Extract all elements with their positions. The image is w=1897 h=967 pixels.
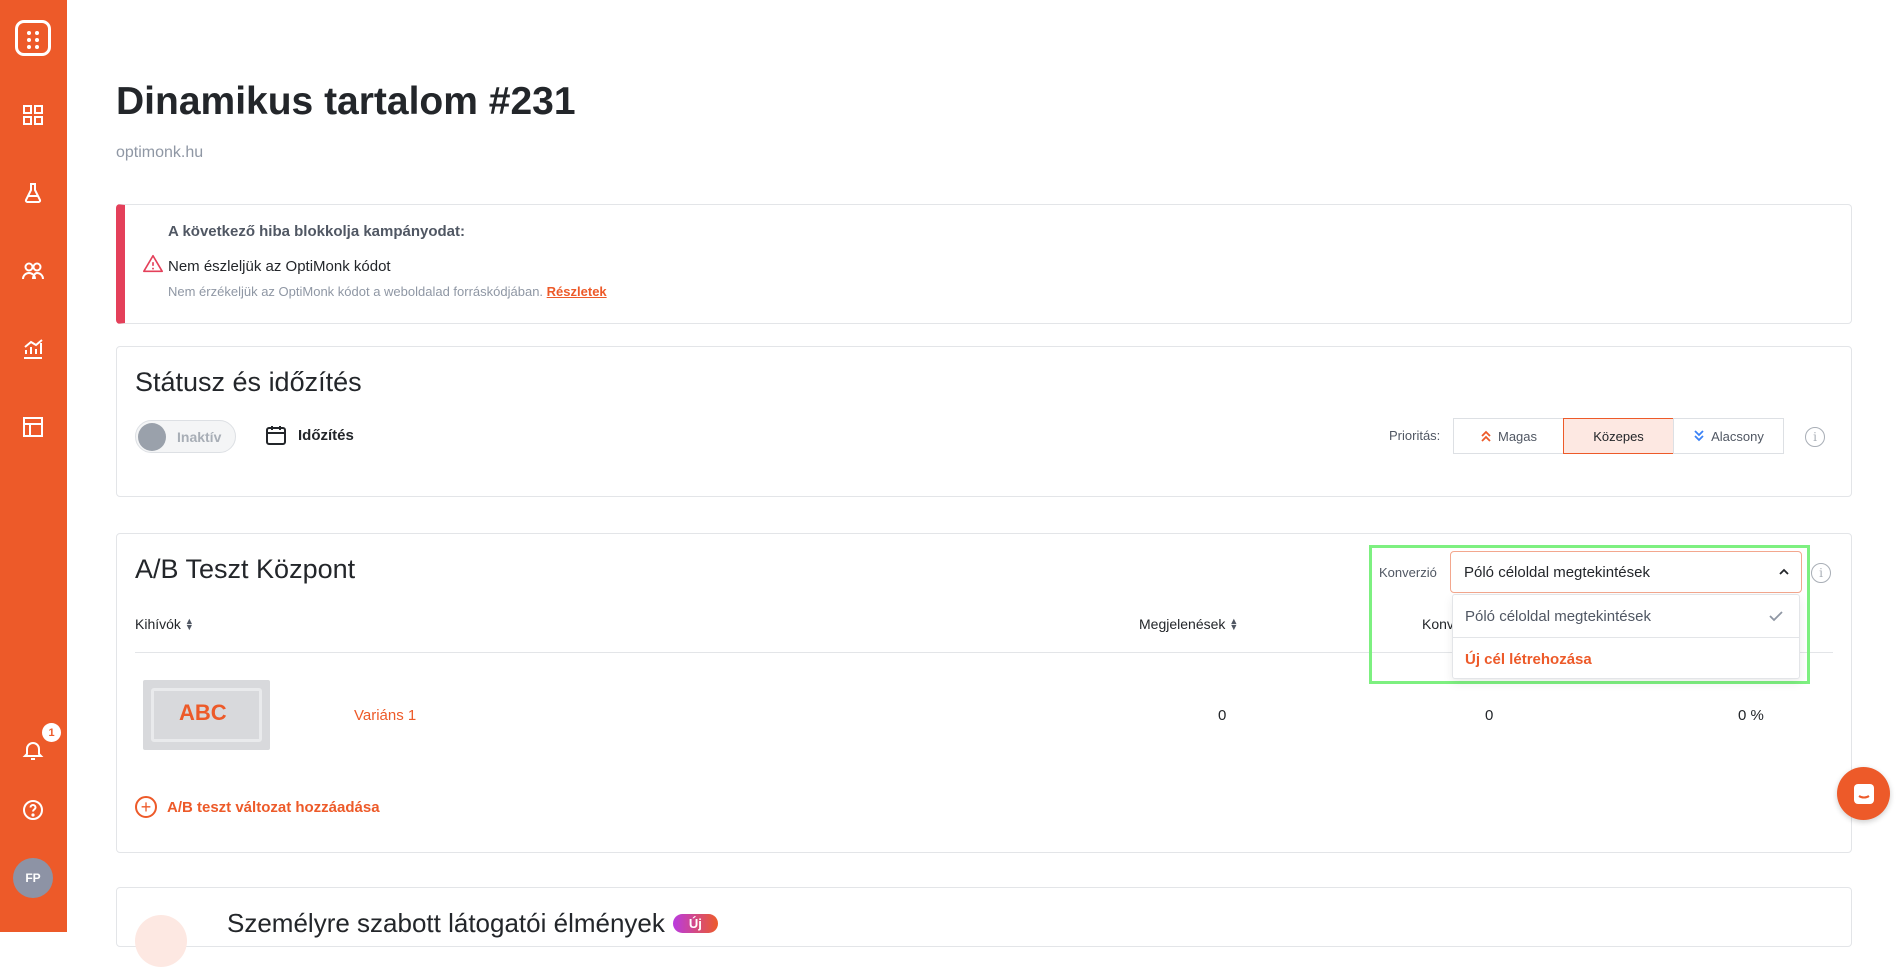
warning-triangle-icon [143,254,163,273]
chevron-up-icon [1779,568,1789,575]
priority-low-button[interactable]: Alacsony [1673,418,1784,454]
app-logo-icon[interactable] [15,20,51,56]
schedule-label: Időzítés [298,426,354,444]
page-title: Dinamikus tartalom #231 [116,80,576,123]
thumbnail-text: ABC [179,700,227,725]
toggle-knob [138,423,166,451]
notification-badge: 1 [42,723,61,742]
sidebar: 1 FP [0,0,67,932]
users-icon[interactable] [20,258,46,284]
sort-icon: ▲ ▼ [1229,616,1239,632]
toggle-label: Inaktív [177,429,222,445]
priority-medium-button[interactable]: Közepes [1563,418,1674,454]
status-card: Státusz és időzítés Inaktív Időzítés Pri… [116,346,1852,497]
analytics-chart-icon[interactable] [20,336,46,362]
variant-impressions: 0 [1218,707,1227,724]
col-header-challengers[interactable]: Kihívók ▲ ▼ [135,616,194,632]
chat-icon [1853,783,1874,804]
error-message: Nem észleljük az OptiMonk kódot [168,258,391,275]
error-banner: A következő hiba blokkolja kampányodat: … [116,204,1852,324]
variant-thumbnail[interactable]: ABC [143,680,270,750]
conversion-selected-value: Póló céloldal megtekintések [1464,564,1650,581]
priority-info-icon[interactable]: i [1805,427,1825,447]
priority-high-button[interactable]: Magas [1453,418,1564,454]
ab-test-title: A/B Teszt Központ [135,554,356,584]
checkmark-icon [1769,611,1783,622]
notification-bell-icon[interactable] [20,737,46,763]
conversion-dropdown-menu: Póló céloldal megtekintések Új cél létre… [1452,594,1800,679]
experience-illustration [135,915,187,967]
dropdown-option-selected[interactable]: Póló céloldal megtekintések [1453,595,1799,637]
templates-layout-icon[interactable] [20,414,46,440]
double-chevron-down-icon [1694,430,1704,442]
conversion-select[interactable]: Póló céloldal megtekintések [1450,551,1802,593]
help-icon[interactable] [20,797,46,823]
experiences-title: Személyre szabott látogatói élmények Új [227,908,718,939]
col-header-impressions[interactable]: Megjelenések ▲ ▼ [1139,616,1239,632]
error-details-link[interactable]: Részletek [547,284,607,299]
double-chevron-up-icon [1481,430,1491,442]
chat-button[interactable] [1837,767,1890,820]
page-domain: optimonk.hu [116,144,204,161]
variant-conversion-rate: 0 % [1738,707,1764,724]
conversion-label: Konverzió [1379,565,1437,580]
status-title: Státusz és időzítés [135,367,362,397]
variant-name-link[interactable]: Variáns 1 [354,707,416,724]
dropdown-option-create-goal[interactable]: Új cél létrehozása [1453,638,1799,680]
sort-icon: ▲ ▼ [184,616,194,632]
calendar-icon [266,426,286,445]
error-title: A következő hiba blokkolja kampányodat: [168,223,466,240]
schedule-button[interactable]: Időzítés [264,423,354,447]
variant-conversions: 0 [1485,707,1494,724]
new-badge: Új [672,914,718,933]
active-toggle[interactable]: Inaktív [135,420,236,453]
dashboard-icon[interactable] [20,102,46,128]
plus-circle-icon: + [135,796,157,818]
priority-label: Prioritás: [1389,428,1441,443]
experiments-flask-icon[interactable] [20,180,46,206]
experiences-card: Személyre szabott látogatói élmények Új [116,887,1852,967]
add-ab-variant-button[interactable]: + A/B teszt változat hozzáadása [135,796,380,818]
user-avatar[interactable]: FP [13,858,53,898]
conversion-info-icon[interactable]: i [1811,563,1831,583]
error-detail: Nem érzékeljük az OptiMonk kódot a webol… [168,284,607,299]
